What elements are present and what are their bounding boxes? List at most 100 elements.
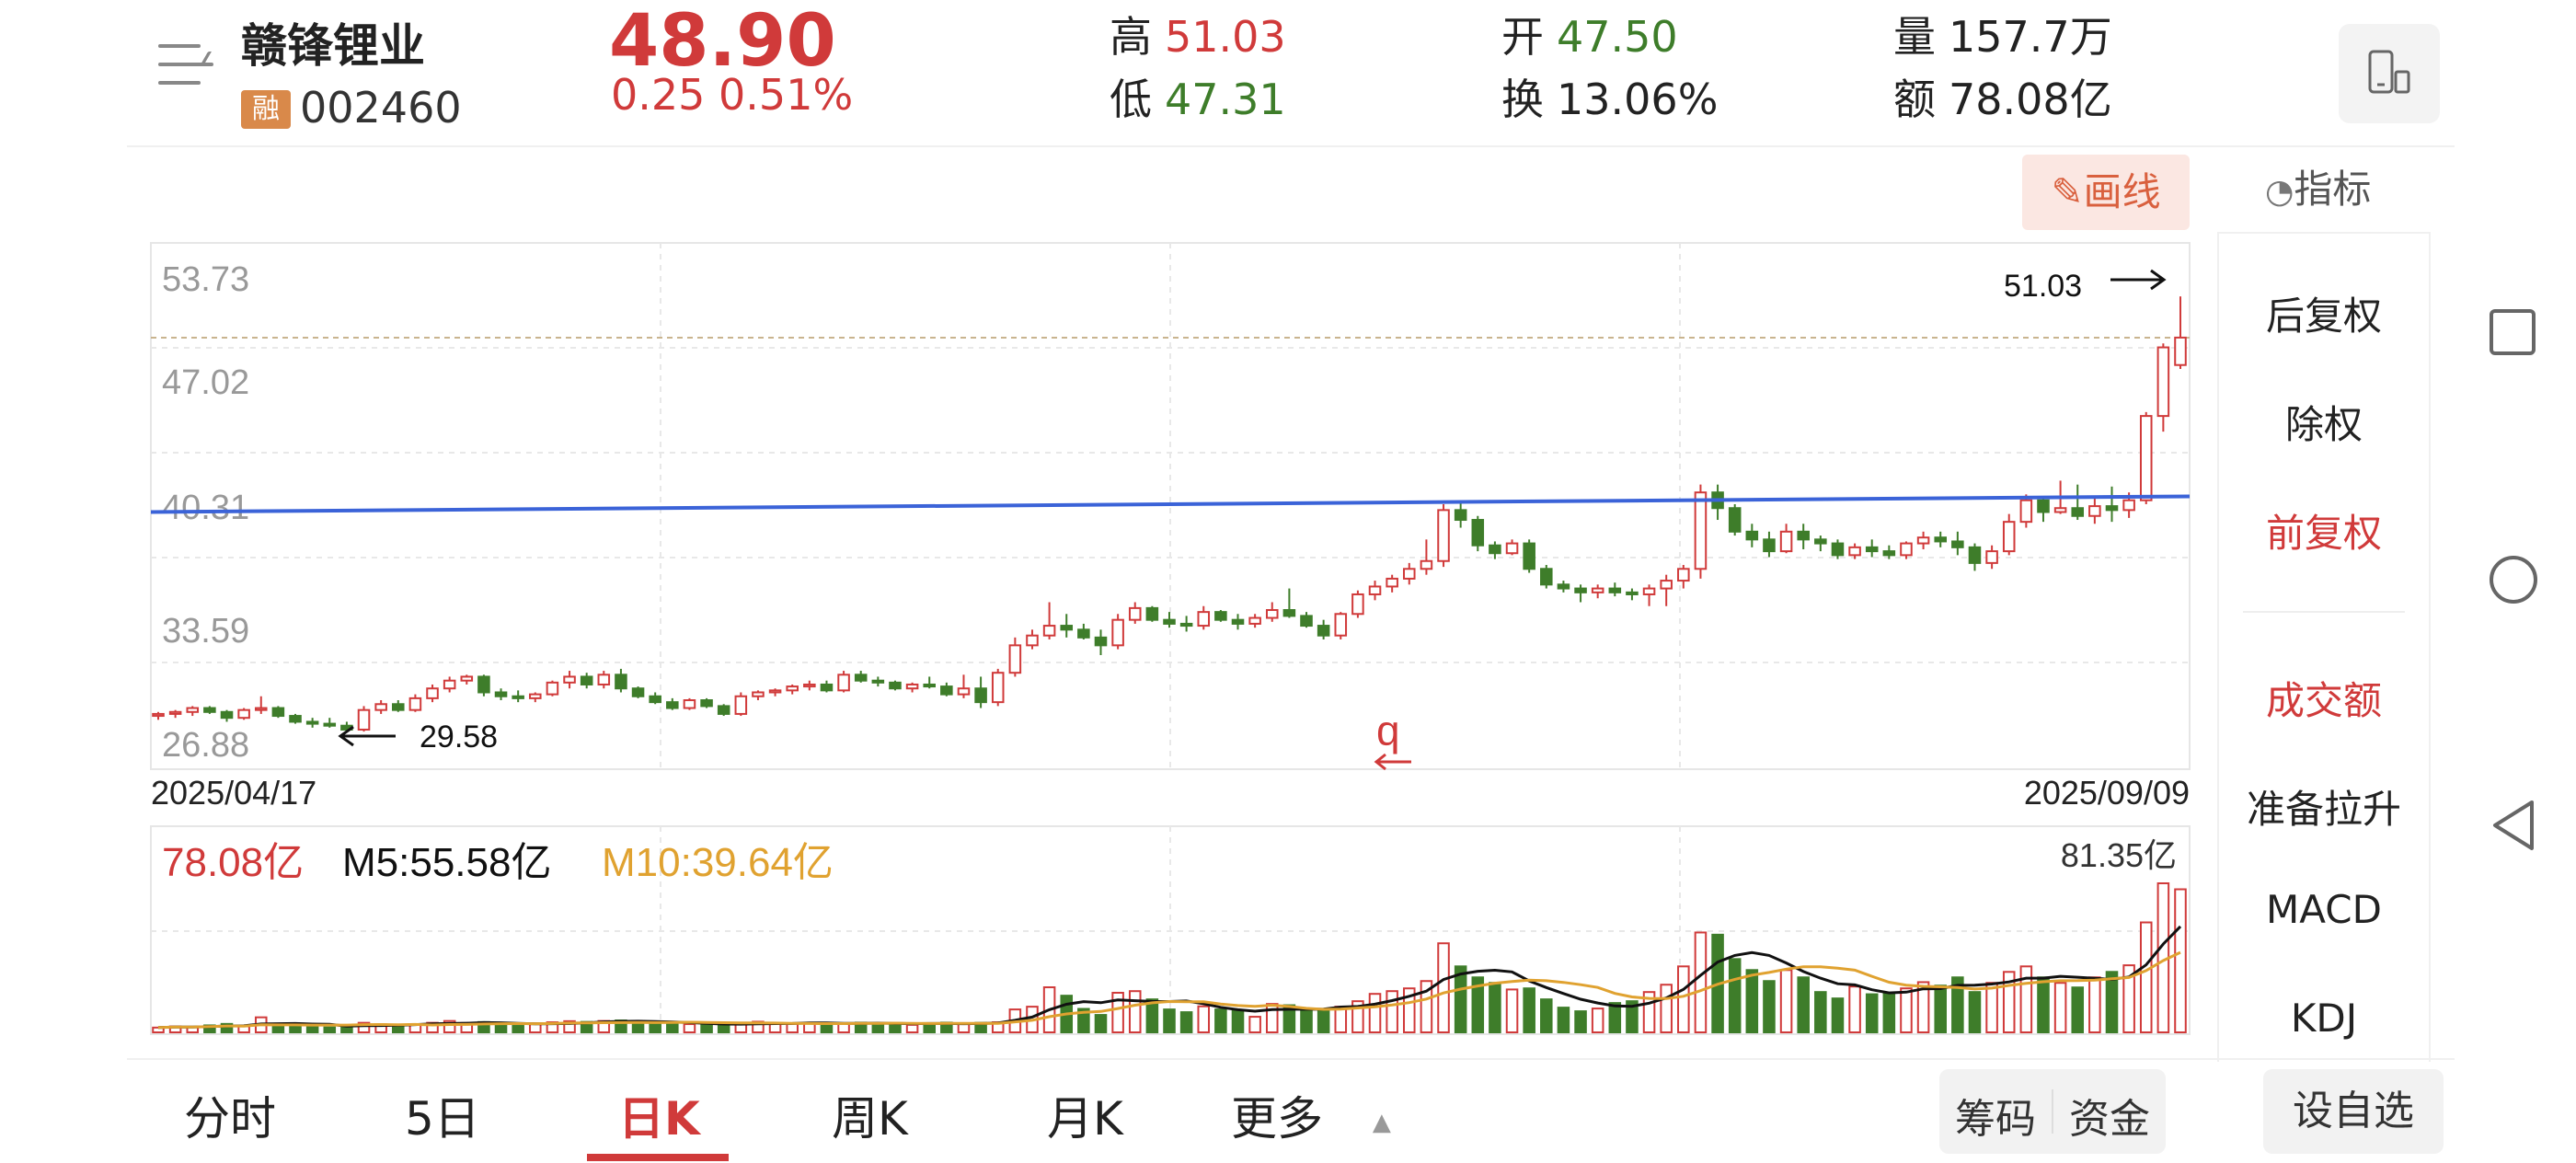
candle-body — [443, 679, 456, 690]
side-item-post-adjusted[interactable]: 后复权 — [2219, 285, 2429, 341]
side-menu: 后复权 除权 前复权 成交额 准备拉升 MACD KDJ — [2217, 232, 2431, 1062]
candle-body — [1848, 546, 1861, 557]
side-item-macd[interactable]: MACD — [2219, 887, 2429, 932]
candle-body — [1745, 530, 1759, 541]
volume-bar — [512, 1025, 524, 1034]
volume-bar — [2174, 888, 2187, 1033]
candle-body — [563, 675, 576, 684]
volume-bar — [683, 1023, 696, 1033]
home-icon[interactable] — [2486, 552, 2541, 607]
volume-bar — [1591, 1008, 1604, 1033]
volume-bar — [786, 1022, 799, 1034]
volume-bar — [889, 1022, 902, 1034]
chips-button[interactable]: 筹码 — [1939, 1086, 2052, 1145]
tabs-divider — [127, 1058, 2455, 1060]
volume-max-label: 81.35亿 — [2061, 836, 2177, 874]
candle-body — [803, 683, 816, 688]
event-marker-label[interactable]: q — [1376, 707, 1400, 754]
volume-bar — [1540, 998, 1553, 1034]
max-price-annotation: 51.03 — [2004, 269, 2082, 304]
candle-body — [529, 693, 542, 699]
tab-5day[interactable]: 5日 — [405, 1082, 480, 1148]
candle-body — [1900, 542, 1913, 557]
volume-bar — [1505, 988, 1519, 1034]
add-to-watchlist-button[interactable]: 设自选 — [2263, 1069, 2444, 1154]
volume-bar — [1179, 1011, 1193, 1033]
volume-bar — [2088, 976, 2101, 1034]
volume-bar — [1317, 1008, 1330, 1033]
event-marker-arrow-icon — [1374, 753, 1411, 771]
candle-body — [1557, 583, 1570, 590]
volume-bar — [2037, 976, 2050, 1034]
candle-body — [1831, 542, 1845, 557]
recent-apps-icon[interactable] — [2488, 307, 2539, 359]
candle-body — [460, 675, 474, 682]
volume-bar — [2105, 971, 2119, 1033]
tab-monthly-k[interactable]: 月K — [1047, 1082, 1123, 1148]
volume-bar — [1386, 990, 1398, 1033]
volume-bar — [1694, 931, 1708, 1033]
candle-body — [1865, 546, 1879, 553]
volume-m5-label: M5:55.58亿 — [342, 840, 551, 885]
candle-body — [597, 674, 611, 685]
y-tick-label: 47.02 — [162, 363, 249, 402]
x-start-date: 2025/04/17 — [151, 774, 316, 812]
candle-body — [666, 701, 679, 709]
candle-body — [1317, 625, 1330, 637]
tab-more[interactable]: 更多 ▲ — [1231, 1082, 1391, 1148]
kline-chart[interactable]: 53.73 47.02 40.31 33.59 26.88 51.03 29.5… — [0, 0, 2208, 1049]
tab-daily-k[interactable]: 日K — [618, 1082, 700, 1148]
side-item-ex-rights[interactable]: 除权 — [2219, 394, 2429, 450]
volume-bar — [1745, 969, 1759, 1034]
candle-body — [2002, 521, 2016, 553]
candle-body — [408, 697, 422, 711]
volume-bar — [305, 1026, 319, 1033]
volume-bar — [494, 1024, 508, 1034]
indicator-button[interactable]: ◔指标 — [2265, 158, 2371, 214]
volume-bar — [1882, 992, 1896, 1034]
candle-body — [254, 707, 268, 711]
back-icon[interactable] — [2488, 797, 2539, 854]
funds-button[interactable]: 资金 — [2053, 1086, 2166, 1145]
candle-body — [923, 683, 936, 688]
candle-body — [1951, 540, 1964, 548]
max-arrow-icon — [2110, 269, 2167, 291]
y-tick-label: 40.31 — [162, 489, 249, 527]
volume-bar — [957, 1023, 971, 1033]
side-item-kdj[interactable]: KDJ — [2219, 996, 2429, 1041]
candle-body — [1420, 559, 1433, 570]
volume-bar — [905, 1023, 919, 1034]
side-item-ready-to-rise[interactable]: 准备拉升 — [2219, 778, 2429, 835]
candle-body — [512, 695, 524, 699]
volume-bar — [1214, 1008, 1227, 1033]
candle-body — [649, 695, 661, 704]
candle-body — [1454, 509, 1467, 522]
candle-body — [2174, 336, 2187, 366]
candle-body — [905, 683, 919, 690]
candle-body — [546, 681, 559, 696]
volume-bar — [1831, 997, 1845, 1033]
candle-body — [1179, 622, 1193, 628]
tab-intraday[interactable]: 分时 — [184, 1082, 276, 1148]
candle-body — [271, 707, 285, 718]
candle-body — [1214, 611, 1227, 621]
volume-bar — [649, 1021, 661, 1033]
x-end-date: 2025/09/09 — [2024, 774, 2190, 812]
candle-body — [392, 703, 405, 711]
candle-body — [1797, 530, 1810, 541]
side-item-pre-adjusted[interactable]: 前复权 — [2219, 502, 2429, 558]
volume-bar — [1660, 984, 1673, 1034]
candle-body — [734, 695, 748, 715]
volume-bar — [1608, 1002, 1622, 1034]
rotate-screen-button[interactable] — [2339, 24, 2440, 123]
candle-body — [1660, 580, 1673, 590]
tab-weekly-k[interactable]: 周K — [832, 1082, 908, 1148]
candle-body — [1916, 536, 1930, 545]
side-item-turnover-amount[interactable]: 成交额 — [2219, 670, 2429, 726]
volume-bar — [1848, 985, 1861, 1033]
volume-bar — [1677, 965, 1690, 1034]
candle-body — [1403, 568, 1416, 580]
candle-body — [752, 691, 765, 697]
candle-body — [1968, 546, 1982, 564]
side-menu-divider — [2243, 611, 2405, 613]
